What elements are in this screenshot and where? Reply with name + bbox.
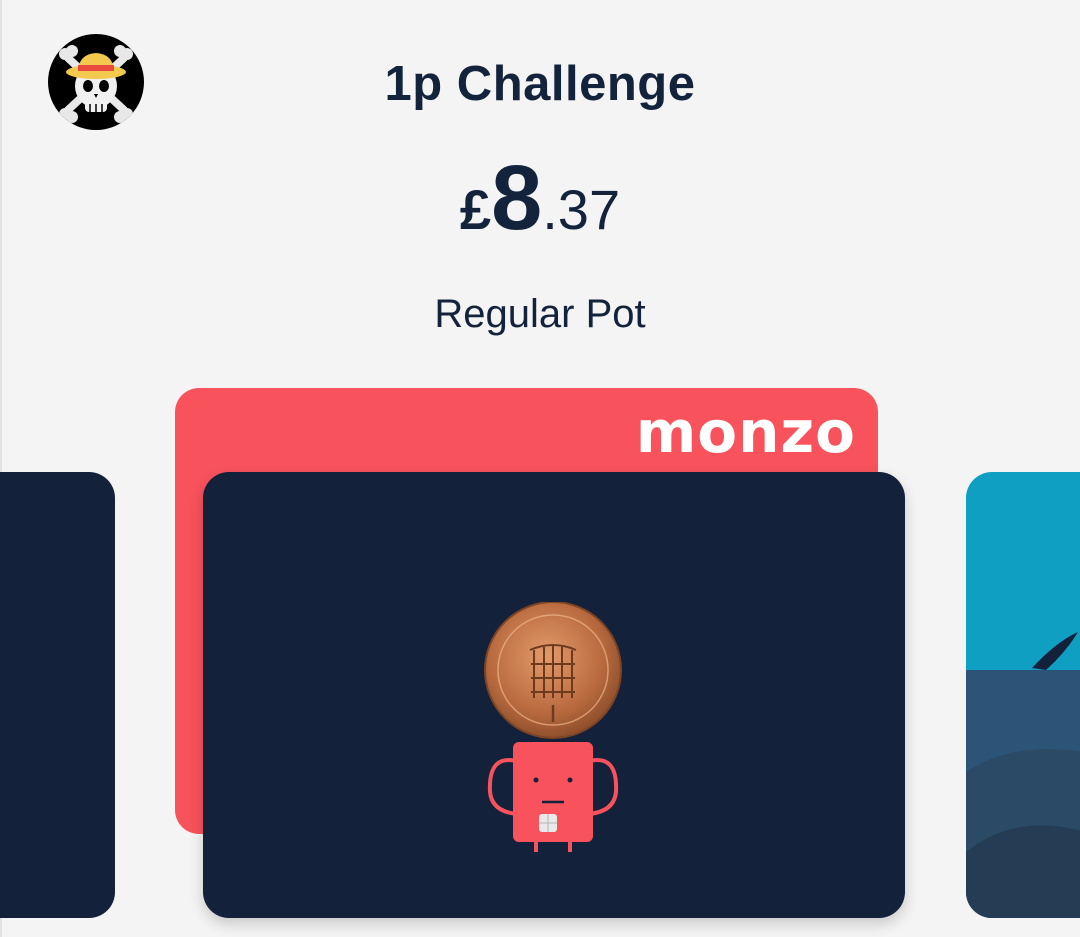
pot-balance: £8.37 <box>0 152 1080 244</box>
monzo-logo: monzo <box>635 398 856 466</box>
ocean-landscape-image <box>966 472 1080 918</box>
previous-pot-card[interactable] <box>0 472 115 918</box>
pot-title: 1p Challenge <box>384 57 696 111</box>
penny-coin-character-icon <box>478 602 628 852</box>
balance-minor: .37 <box>542 178 621 241</box>
pot-type-label: Regular Pot <box>434 292 646 336</box>
currency-symbol: £ <box>459 178 492 241</box>
balance-major: 8 <box>491 147 543 249</box>
next-pot-card[interactable] <box>966 472 1080 918</box>
current-pot-card[interactable] <box>203 472 905 918</box>
